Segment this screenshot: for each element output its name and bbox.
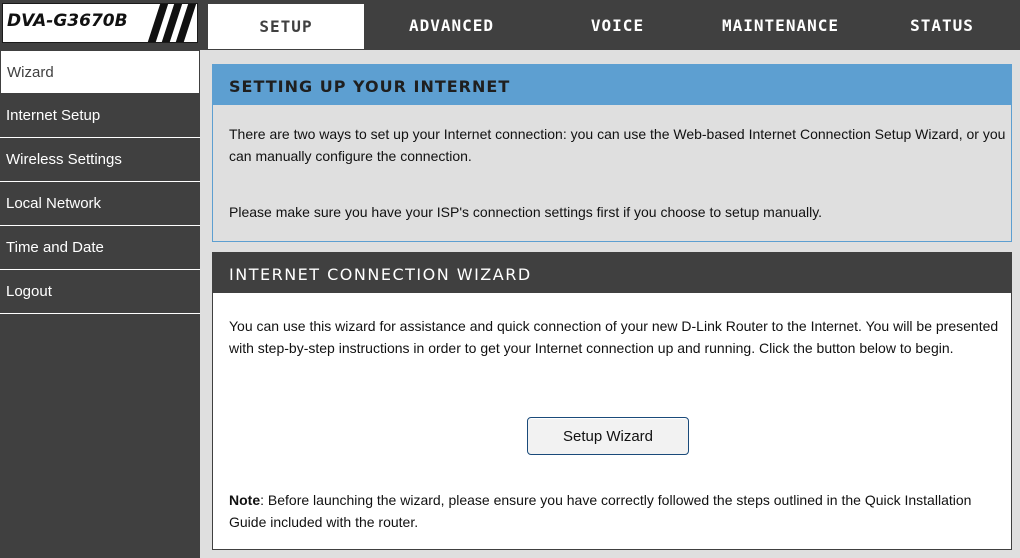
tab-label: VOICE [590,15,645,35]
tab-label: MAINTENANCE [722,15,839,35]
sidebar-item-label: Time and Date [6,239,104,256]
tab-maintenance[interactable]: MAINTENANCE [700,3,861,47]
model-name: DVA-G3670B [7,11,128,31]
sidebar-item-label: Local Network [6,195,102,212]
tab-label: SETUP [259,17,313,36]
sidebar-item-logout[interactable]: Logout [0,270,200,314]
setup-wizard-button[interactable]: Setup Wizard [527,417,689,455]
section-title: SETTING UP YOUR INTERNET [213,65,1011,105]
sidebar-item-label: Logout [6,283,52,300]
wizard-note-text: Note: Before launching the wizard, pleas… [229,489,1009,533]
note-body: : Before launching the wizard, please en… [229,492,972,530]
sidebar-item-local-network[interactable]: Local Network [0,182,200,226]
sidebar-item-wireless-settings[interactable]: Wireless Settings [0,138,200,182]
tab-label: ADVANCED [408,15,495,35]
setup-internet-section: SETTING UP YOUR INTERNET There are two w… [212,64,1012,242]
tab-voice[interactable]: VOICE [538,3,697,47]
note-label: Note [229,492,261,508]
tab-label: STATUS [910,15,974,35]
sidebar-item-time-and-date[interactable]: Time and Date [0,226,200,270]
sidebar: Wizard Internet Setup Wireless Settings … [0,50,200,558]
section-title: INTERNET CONNECTION WIZARD [213,253,1011,293]
main-content: SETTING UP YOUR INTERNET There are two w… [200,50,1020,558]
sidebar-item-internet-setup[interactable]: Internet Setup [0,94,200,138]
sidebar-item-label: Wizard [7,64,54,81]
sidebar-item-label: Wireless Settings [6,151,122,168]
internet-connection-wizard-section: INTERNET CONNECTION WIZARD You can use t… [212,252,1012,550]
setup-manual-note-text: Please make sure you have your ISP's con… [229,204,823,220]
tab-advanced[interactable]: ADVANCED [368,3,535,47]
tab-setup[interactable]: SETUP [207,3,365,50]
sidebar-item-label: Internet Setup [6,107,101,124]
tab-status[interactable]: STATUS [864,3,1020,47]
sidebar-item-wizard[interactable]: Wizard [0,50,200,94]
model-logo: DVA-G3670B [2,3,198,43]
setup-intro-text: There are two ways to set up your Intern… [229,126,1006,164]
wizard-description-text: You can use this wizard for assistance a… [229,318,999,356]
top-nav-bar: DVA-G3670B SETUP ADVANCED VOICE MAINTENA… [0,0,1020,50]
